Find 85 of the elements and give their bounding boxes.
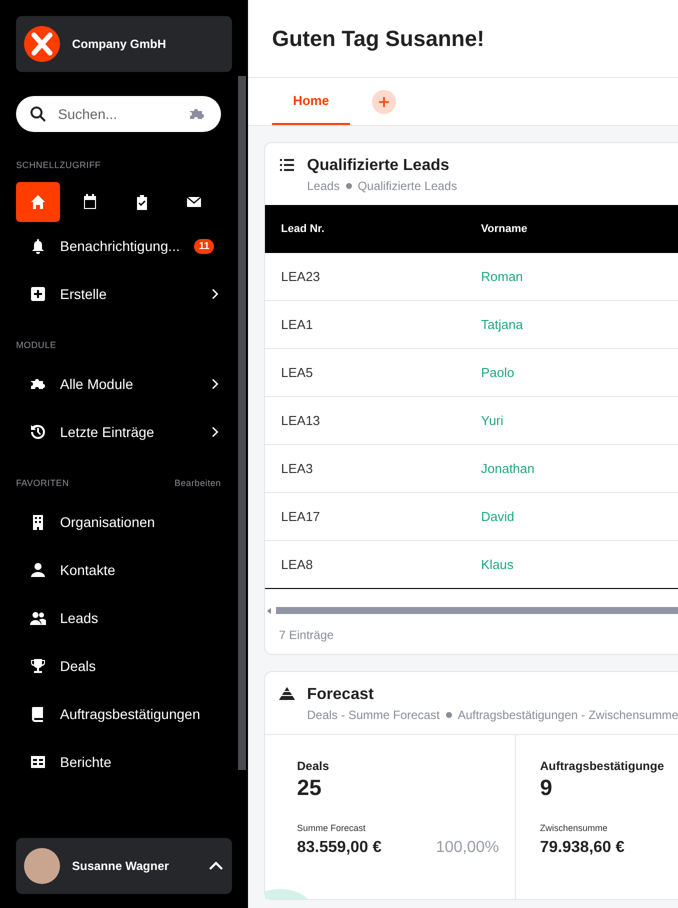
edit-link[interactable]: Bearbeiten (174, 478, 221, 488)
section-label: MODULE (16, 340, 56, 350)
table-cell-text: LEA1 (281, 317, 314, 332)
table-cell-text: LEA23 (281, 269, 322, 284)
search-input[interactable]: Suchen... (56, 105, 166, 123)
nav-label: Organisationen (60, 514, 156, 530)
nav-item[interactable]: Organisationen (16, 498, 221, 546)
stat-count: 25 (297, 775, 322, 801)
horizontal-scrollbar[interactable] (276, 607, 678, 614)
bell-icon (30, 238, 46, 254)
nav-item[interactable]: Berichte (16, 738, 221, 786)
nav-item[interactable]: Leads (16, 594, 221, 642)
table-cell-text: LEA13 (281, 413, 322, 428)
home-icon (30, 194, 46, 210)
breadcrumb-text: Leads (307, 179, 340, 193)
nav-label: Kontakte (60, 562, 116, 578)
breadcrumb-text: Qualifizierte Leads (358, 179, 458, 193)
table-cell-text: LEA5 (281, 365, 314, 380)
breadcrumb-text: Deals - Summe Forecast (307, 708, 440, 722)
search-bar[interactable]: Suchen... (16, 96, 221, 132)
people-icon (30, 610, 46, 626)
nav-item[interactable]: Benachrichtigung... 11 (16, 222, 221, 270)
section-label: SCHNELLZUGRIFF (16, 160, 101, 170)
trophy-icon (30, 658, 46, 674)
separator-dot (446, 712, 452, 718)
history-icon (30, 424, 46, 440)
stat-label: Summe Forecast (297, 823, 367, 833)
stat-label: Zwischensumme (540, 823, 609, 833)
table-cell-text: LEA17 (281, 509, 322, 524)
nav-item[interactable]: Kontakte (16, 546, 221, 594)
count-badge: 11 (194, 238, 214, 254)
avatar (24, 848, 60, 884)
user-name: Susanne Wagner (72, 859, 170, 873)
plus-square-icon (30, 286, 46, 302)
pyramid-icon (279, 686, 295, 702)
nav-label: Leads (60, 610, 100, 626)
stat-percent: 100,00% (436, 839, 499, 857)
nav-label: Deals (60, 658, 97, 674)
search-icon (30, 106, 46, 122)
user-menu[interactable]: Susanne Wagner (16, 838, 232, 894)
stat-title: Auftragsbestätigunge (540, 759, 666, 773)
stat-amount: 79.938,60 € (540, 839, 625, 857)
person-icon (30, 562, 46, 578)
nav-item[interactable]: Auftragsbestätigungen (16, 690, 221, 738)
add-tab-button[interactable] (372, 90, 396, 114)
breadcrumb-text: Auftragsbestätigungen - Zwischensumme (458, 708, 678, 722)
nav-item[interactable]: Letzte Einträge (16, 408, 221, 456)
envelope-icon (186, 194, 202, 210)
scrollbar[interactable] (238, 76, 246, 770)
puzzle-icon (30, 376, 46, 392)
nav-label: Letzte Einträge (60, 424, 156, 440)
company-name: Company GmbH (72, 37, 166, 51)
section-label: FAVORITEN (16, 478, 70, 488)
plus-icon (379, 96, 389, 106)
stat-count: 9 (540, 775, 554, 801)
clipboard-check-icon (134, 194, 150, 210)
nav-item[interactable]: Deals (16, 642, 221, 690)
stat-title: Deals (297, 759, 330, 773)
nav-label: Benachrichtigung... (60, 238, 180, 254)
table-cell-text: LEA8 (281, 557, 314, 572)
logo-icon (24, 26, 60, 62)
nav-label: Berichte (60, 754, 112, 770)
card-title: Forecast (307, 686, 375, 704)
nav-label: Erstelle (60, 286, 108, 302)
calendar-icon (82, 194, 98, 210)
column-header[interactable]: Vorname (481, 223, 678, 235)
book-icon (30, 706, 46, 722)
page-title: Guten Tag Susanne! (272, 26, 484, 52)
company-switcher[interactable]: Company GmbH (16, 16, 232, 72)
nav-label: Alle Module (60, 376, 134, 392)
report-icon (30, 754, 46, 770)
nav-item[interactable]: Alle Module (16, 360, 221, 408)
separator-dot (346, 183, 352, 189)
table-cell-text: LEA3 (281, 461, 314, 476)
nav-item[interactable]: Erstelle (16, 270, 221, 318)
scroll-left-icon[interactable] (267, 608, 272, 614)
nav-label: Auftragsbestätigungen (60, 706, 202, 722)
card-title: Qualifizierte Leads (307, 157, 450, 175)
tab[interactable]: Home (272, 78, 350, 125)
list-icon (279, 157, 295, 173)
building-icon (30, 514, 46, 530)
column-header[interactable]: Lead Nr. (281, 223, 481, 235)
puzzle-icon[interactable] (187, 106, 207, 122)
entry-count: 7 Einträge (278, 627, 335, 644)
stat-amount: 83.559,00 € (297, 839, 382, 857)
